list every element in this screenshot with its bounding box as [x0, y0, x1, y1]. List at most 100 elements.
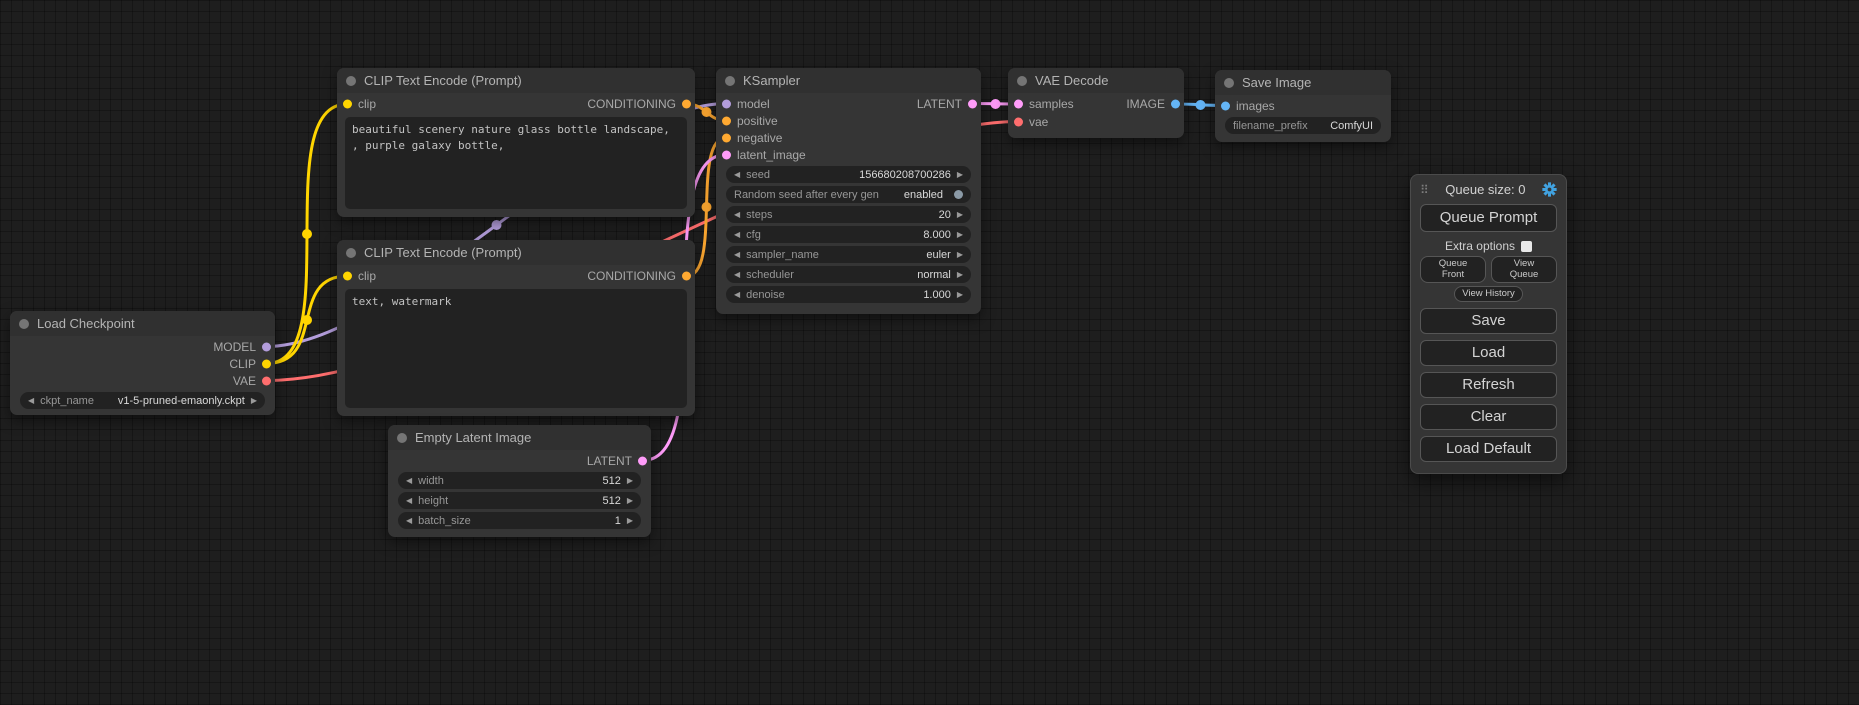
node-empty-latent-image[interactable]: Empty Latent Image LATENT ◀ width 512 ▶ …: [388, 425, 651, 537]
decrement-arrow-icon[interactable]: ◀: [406, 477, 412, 485]
output-port-model: MODEL: [10, 338, 275, 355]
increment-arrow-icon[interactable]: ▶: [957, 211, 963, 219]
decrement-arrow-icon[interactable]: ◀: [406, 517, 412, 525]
node-clip-text-encode-negative[interactable]: CLIP Text Encode (Prompt) clip CONDITION…: [337, 240, 695, 416]
node-title-bar[interactable]: CLIP Text Encode (Prompt): [337, 240, 695, 265]
collapse-dot-icon[interactable]: [1224, 78, 1234, 88]
node-save-image[interactable]: Save Image images filename_prefix ComfyU…: [1215, 70, 1391, 142]
conditioning-port-dot[interactable]: [682, 100, 691, 109]
image-port-dot[interactable]: [1221, 101, 1230, 110]
collapse-dot-icon[interactable]: [725, 76, 735, 86]
random-seed-toggle[interactable]: Random seed after every gen enabled: [726, 186, 971, 203]
clear-button[interactable]: Clear: [1420, 404, 1557, 430]
drag-handle-icon[interactable]: ⠿: [1420, 184, 1429, 196]
extra-options-label: Extra options: [1445, 239, 1515, 253]
positive-prompt-textarea[interactable]: beautiful scenery nature glass bottle la…: [345, 117, 687, 209]
vae-port-dot[interactable]: [1014, 117, 1023, 126]
latent-port-dot[interactable]: [722, 150, 731, 159]
increment-arrow-icon[interactable]: ▶: [957, 171, 963, 179]
collapse-dot-icon[interactable]: [1017, 76, 1027, 86]
port-label: latent_image: [737, 148, 806, 162]
widget-label: sampler_name: [746, 249, 819, 261]
view-history-button[interactable]: View History: [1454, 286, 1523, 302]
cfg-widget[interactable]: ◀ cfg 8.000 ▶: [726, 226, 971, 243]
extra-options-checkbox[interactable]: [1521, 241, 1532, 252]
latent-port-dot[interactable]: [968, 99, 977, 108]
image-port-dot[interactable]: [1171, 100, 1180, 109]
increment-arrow-icon[interactable]: ▶: [957, 291, 963, 299]
increment-arrow-icon[interactable]: ▶: [627, 497, 633, 505]
widget-value: v1-5-pruned-emaonly.ckpt: [118, 395, 245, 407]
conditioning-port-dot[interactable]: [722, 116, 731, 125]
refresh-button[interactable]: Refresh: [1420, 372, 1557, 398]
toggle-knob-icon[interactable]: [954, 190, 963, 199]
prev-arrow-icon[interactable]: ◀: [734, 251, 740, 259]
wire-midpoint-dot: [991, 99, 1001, 109]
height-widget[interactable]: ◀ height 512 ▶: [398, 492, 641, 509]
queue-front-button[interactable]: Queue Front: [1420, 256, 1486, 283]
node-title-bar[interactable]: KSampler: [716, 68, 981, 93]
comfyui-canvas[interactable]: { "port_colors": { "model": "#B39DDB", "…: [0, 0, 1859, 705]
sampler-name-widget[interactable]: ◀ sampler_name euler ▶: [726, 246, 971, 263]
decrement-arrow-icon[interactable]: ◀: [734, 231, 740, 239]
increment-arrow-icon[interactable]: ▶: [627, 517, 633, 525]
scheduler-widget[interactable]: ◀ scheduler normal ▶: [726, 266, 971, 283]
clip-port-dot[interactable]: [343, 100, 352, 109]
node-vae-decode[interactable]: VAE Decode samples IMAGE vae: [1008, 68, 1184, 138]
port-label: CONDITIONING: [587, 269, 676, 283]
collapse-dot-icon[interactable]: [397, 433, 407, 443]
prev-arrow-icon[interactable]: ◀: [28, 397, 34, 405]
next-arrow-icon[interactable]: ▶: [251, 397, 257, 405]
clip-port-dot[interactable]: [343, 272, 352, 281]
node-title: CLIP Text Encode (Prompt): [364, 245, 522, 260]
batch-size-widget[interactable]: ◀ batch_size 1 ▶: [398, 512, 641, 529]
model-port-dot[interactable]: [722, 99, 731, 108]
node-title-bar[interactable]: CLIP Text Encode (Prompt): [337, 68, 695, 93]
decrement-arrow-icon[interactable]: ◀: [734, 171, 740, 179]
node-load-checkpoint[interactable]: Load Checkpoint MODEL CLIP VAE ◀ ckpt_na…: [10, 311, 275, 415]
filename-prefix-widget[interactable]: filename_prefix ComfyUI: [1225, 117, 1381, 134]
collapse-dot-icon[interactable]: [346, 248, 356, 258]
save-button[interactable]: Save: [1420, 308, 1557, 334]
collapse-dot-icon[interactable]: [346, 76, 356, 86]
settings-gear-icon[interactable]: [1542, 182, 1557, 197]
decrement-arrow-icon[interactable]: ◀: [734, 291, 740, 299]
decrement-arrow-icon[interactable]: ◀: [734, 211, 740, 219]
prev-arrow-icon[interactable]: ◀: [734, 271, 740, 279]
collapse-dot-icon[interactable]: [19, 319, 29, 329]
next-arrow-icon[interactable]: ▶: [957, 251, 963, 259]
node-title-bar[interactable]: Load Checkpoint: [10, 311, 275, 336]
load-default-button[interactable]: Load Default: [1420, 436, 1557, 462]
negative-prompt-textarea[interactable]: text, watermark: [345, 289, 687, 408]
denoise-widget[interactable]: ◀ denoise 1.000 ▶: [726, 286, 971, 303]
port-label: clip: [358, 97, 376, 111]
widget-label: scheduler: [746, 269, 794, 281]
conditioning-port-dot[interactable]: [722, 133, 731, 142]
clip-port-dot[interactable]: [262, 359, 271, 368]
width-widget[interactable]: ◀ width 512 ▶: [398, 472, 641, 489]
increment-arrow-icon[interactable]: ▶: [627, 477, 633, 485]
load-button[interactable]: Load: [1420, 340, 1557, 366]
node-title-bar[interactable]: Empty Latent Image: [388, 425, 651, 450]
node-clip-text-encode-positive[interactable]: CLIP Text Encode (Prompt) clip CONDITION…: [337, 68, 695, 217]
node-title-bar[interactable]: VAE Decode: [1008, 68, 1184, 93]
conditioning-port-dot[interactable]: [682, 272, 691, 281]
input-port-model: model LATENT: [716, 95, 981, 112]
increment-arrow-icon[interactable]: ▶: [957, 231, 963, 239]
latent-port-dot[interactable]: [1014, 100, 1023, 109]
port-label: MODEL: [213, 340, 256, 354]
node-title-bar[interactable]: Save Image: [1215, 70, 1391, 95]
widget-label: cfg: [746, 229, 761, 241]
steps-widget[interactable]: ◀ steps 20 ▶: [726, 206, 971, 223]
ckpt-name-widget[interactable]: ◀ ckpt_name v1-5-pruned-emaonly.ckpt ▶: [20, 392, 265, 409]
view-queue-button[interactable]: View Queue: [1491, 256, 1557, 283]
next-arrow-icon[interactable]: ▶: [957, 271, 963, 279]
queue-prompt-button[interactable]: Queue Prompt: [1420, 204, 1557, 232]
decrement-arrow-icon[interactable]: ◀: [406, 497, 412, 505]
widget-label: batch_size: [418, 515, 471, 527]
model-port-dot[interactable]: [262, 342, 271, 351]
node-ksampler[interactable]: KSampler model LATENT positive negative …: [716, 68, 981, 314]
latent-port-dot[interactable]: [638, 456, 647, 465]
seed-widget[interactable]: ◀ seed 156680208700286 ▶: [726, 166, 971, 183]
vae-port-dot[interactable]: [262, 376, 271, 385]
